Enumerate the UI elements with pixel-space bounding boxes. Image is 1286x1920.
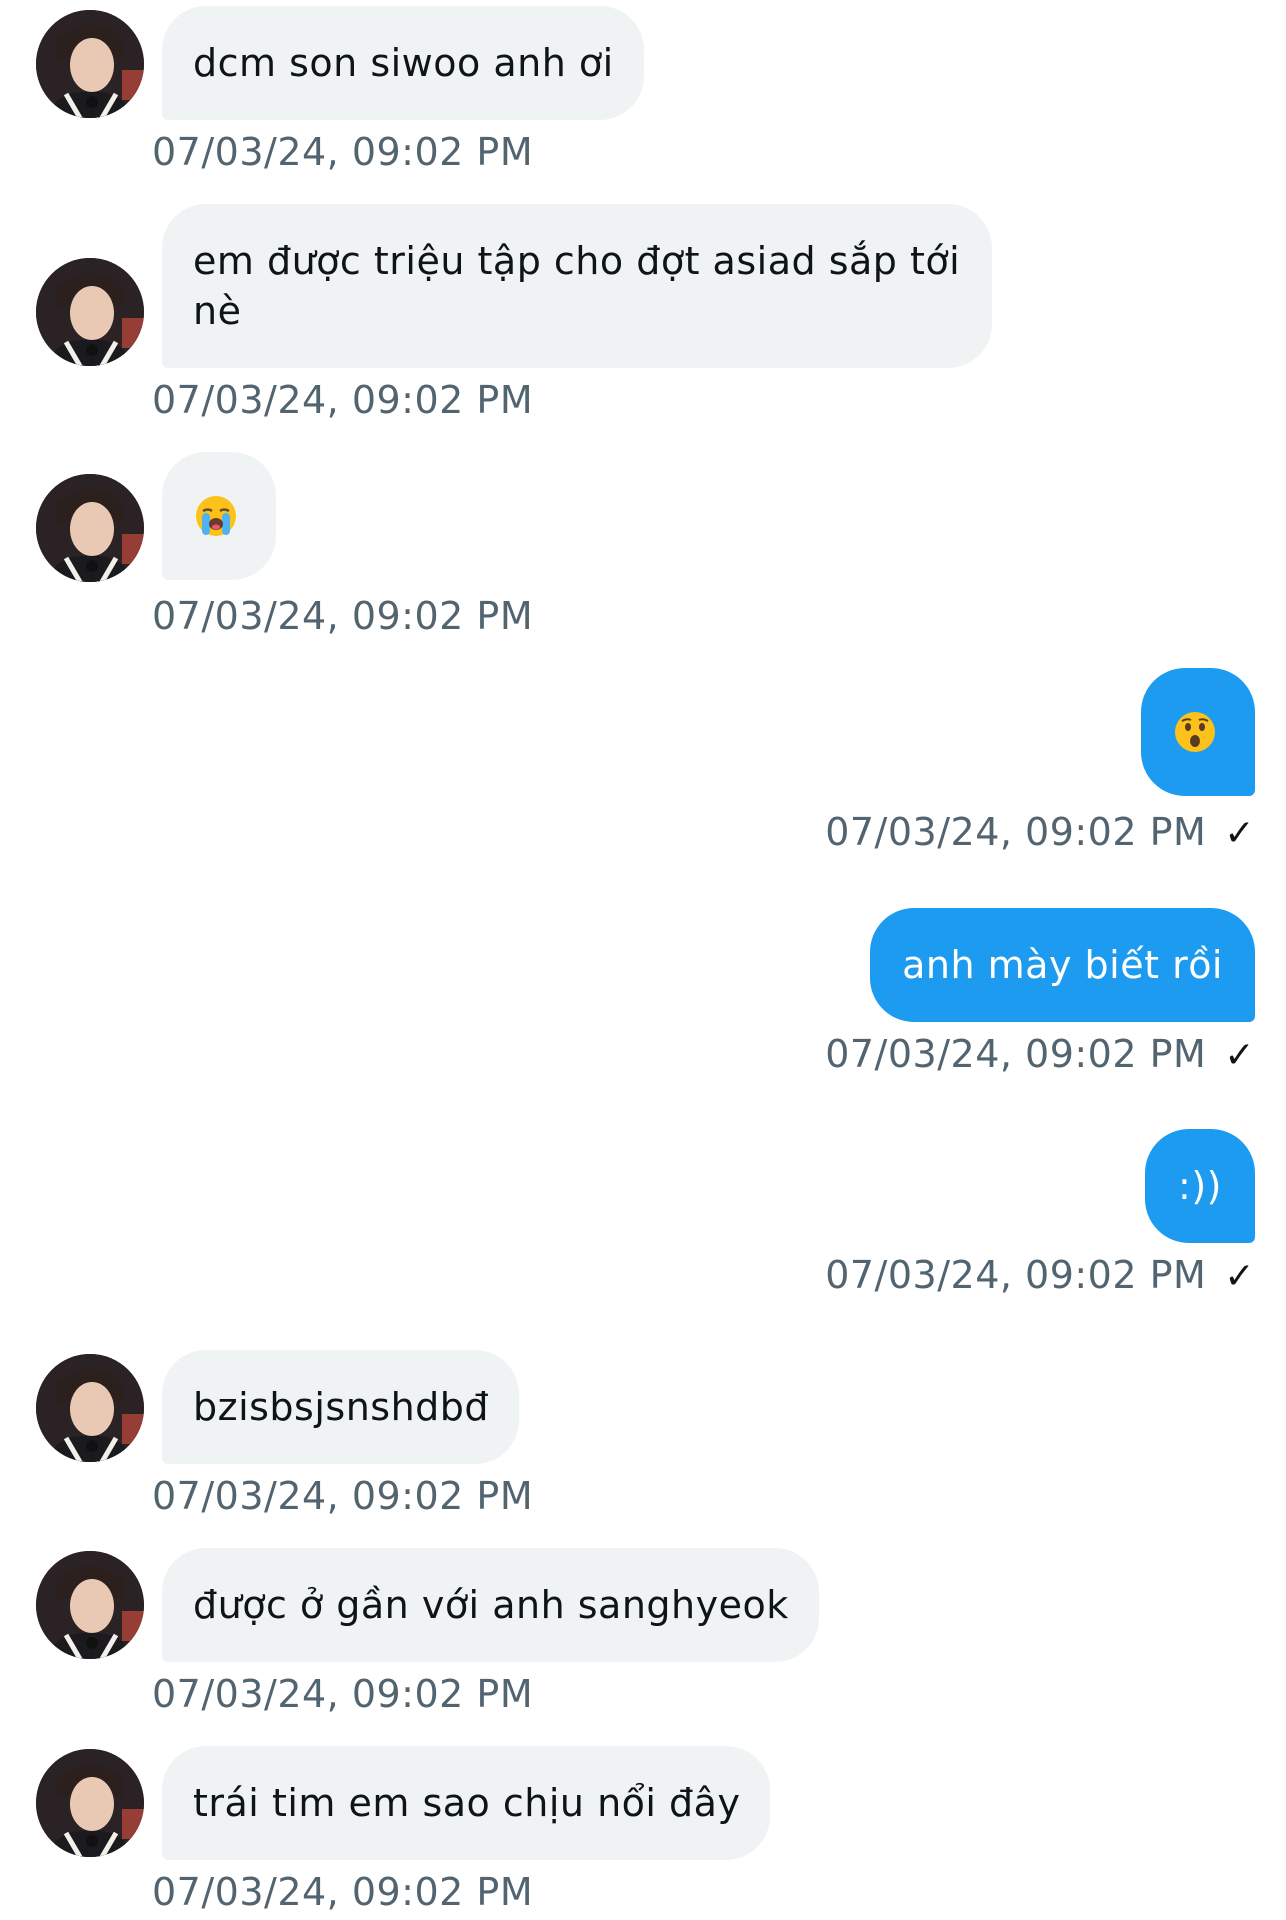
person-photo-icon (36, 10, 144, 118)
message-bubble-outgoing[interactable]: :)) (1145, 1129, 1255, 1243)
message-timestamp: 07/03/24, 09:02 PM ✓ (825, 1031, 1255, 1079)
message-timestamp: 07/03/24, 09:02 PM (152, 1474, 534, 1518)
message-timestamp: 07/03/24, 09:02 PM (152, 130, 534, 174)
message-timestamp: 07/03/24, 09:02 PM (152, 378, 534, 422)
message-text: dcm son siwoo anh ơi (193, 41, 614, 85)
avatar[interactable] (36, 258, 144, 366)
conversation: dcm son siwoo anh ơi 07/03/24, 09:02 PM … (0, 0, 1286, 1920)
message-timestamp: 07/03/24, 09:02 PM ✓ (825, 809, 1255, 857)
message-text: trái tim em sao chịu nổi đây (193, 1781, 741, 1825)
person-photo-icon (36, 258, 144, 366)
message-text: bzisbsjsnshdbđ (193, 1385, 490, 1429)
message-timestamp: 07/03/24, 09:02 PM (152, 594, 534, 638)
loudly-crying-face-icon (196, 496, 236, 536)
message-text: :)) (1178, 1164, 1222, 1208)
message-timestamp: 07/03/24, 09:02 PM ✓ (825, 1252, 1255, 1300)
message-bubble-incoming[interactable]: trái tim em sao chịu nổi đây (162, 1746, 771, 1860)
timestamp-text: 07/03/24, 09:02 PM (825, 1032, 1207, 1076)
person-photo-icon (36, 474, 144, 582)
person-photo-icon (36, 1354, 144, 1462)
message-text: anh mày biết rồi (902, 943, 1223, 987)
message-bubble-incoming[interactable]: dcm son siwoo anh ơi (162, 6, 644, 120)
avatar[interactable] (36, 1354, 144, 1462)
message-bubble-incoming[interactable]: bzisbsjsnshdbđ (162, 1350, 520, 1464)
hushed-face-icon (1175, 712, 1215, 752)
avatar[interactable] (36, 1749, 144, 1857)
avatar[interactable] (36, 1551, 144, 1659)
message-bubble-incoming[interactable]: em được triệu tập cho đợt asiad sắp tới … (162, 204, 992, 368)
message-timestamp: 07/03/24, 09:02 PM (152, 1672, 534, 1716)
sent-check-icon: ✓ (1224, 813, 1255, 854)
message-text: em được triệu tập cho đợt asiad sắp tới … (193, 239, 961, 333)
message-bubble-incoming[interactable] (162, 452, 276, 580)
avatar[interactable] (36, 474, 144, 582)
timestamp-text: 07/03/24, 09:02 PM (825, 1253, 1207, 1297)
message-text: được ở gần với anh sanghyeok (193, 1583, 789, 1627)
person-photo-icon (36, 1551, 144, 1659)
sent-check-icon: ✓ (1224, 1256, 1255, 1297)
timestamp-text: 07/03/24, 09:02 PM (825, 810, 1207, 854)
person-photo-icon (36, 1749, 144, 1857)
message-timestamp: 07/03/24, 09:02 PM (152, 1870, 534, 1914)
message-bubble-outgoing[interactable]: anh mày biết rồi (870, 908, 1255, 1022)
message-bubble-incoming[interactable]: được ở gần với anh sanghyeok (162, 1548, 819, 1662)
avatar[interactable] (36, 10, 144, 118)
message-bubble-outgoing[interactable] (1141, 668, 1255, 796)
sent-check-icon: ✓ (1224, 1035, 1255, 1076)
